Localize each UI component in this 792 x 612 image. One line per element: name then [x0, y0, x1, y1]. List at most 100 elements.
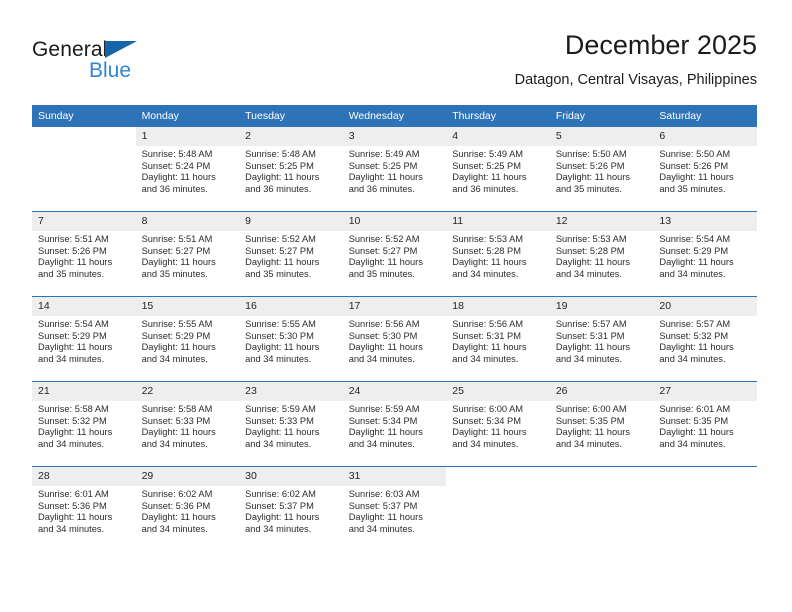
- sunset-text: Sunset: 5:29 PM: [38, 330, 107, 341]
- day-cell-9[interactable]: 9 Sunrise: 5:52 AM Sunset: 5:27 PM Daylight…: [239, 212, 343, 296]
- day-cell-4[interactable]: 4 Sunrise: 5:49 AM Sunset: 5:25 PM Daylight…: [446, 127, 550, 211]
- daylight-text-line2: and 34 minutes.: [141, 523, 208, 534]
- sunset-text: Sunset: 5:26 PM: [555, 160, 625, 171]
- day-cell-2[interactable]: 2 Sunrise: 5:48 AM Sunset: 5:25 PM Daylight…: [239, 127, 343, 211]
- daylight-text-line2: and 34 minutes.: [348, 523, 415, 534]
- calendar-day-cell: [446, 466, 550, 551]
- sunset-text: Sunset: 5:32 PM: [38, 415, 107, 426]
- calendar-day-cell: 24 Sunrise: 5:59 AM Sunset: 5:34 PM Dayligh…: [342, 381, 447, 467]
- daylight-text-line1: Daylight: 11 hours: [452, 172, 527, 183]
- day-cell-10[interactable]: 10 Sunrise: 5:52 AM Sunset: 5:27 PM Dayligh…: [342, 212, 447, 296]
- day-cell-6[interactable]: 6 Sunrise: 5:50 AM Sunset: 5:26 PM Daylight…: [653, 127, 757, 211]
- sunset-text: Sunset: 5:36 PM: [38, 500, 107, 511]
- sunset-text: Sunset: 5:37 PM: [348, 500, 418, 511]
- weekday-header-tuesday: Tuesday: [239, 105, 343, 127]
- sunset-text: Sunset: 5:29 PM: [141, 330, 211, 341]
- sunrise-text: Sunrise: 5:49 AM: [348, 149, 420, 159]
- sunrise-text: Sunrise: 5:59 AM: [245, 404, 316, 414]
- day-number: 8: [135, 212, 240, 231]
- calendar-day-cell: 6 Sunrise: 5:50 AM Sunset: 5:26 PM Daylight…: [653, 127, 757, 212]
- calendar-day-cell: 15 Sunrise: 5:55 AM Sunset: 5:29 PM Dayligh…: [135, 296, 240, 382]
- weekday-header-monday: Monday: [135, 105, 240, 127]
- calendar-day-cell: 28 Sunrise: 6:01 AM Sunset: 5:36 PM Dayligh…: [32, 466, 136, 551]
- page-header: General Blue December 2025 Datagon, Cent…: [32, 28, 757, 98]
- day-cell-14[interactable]: 14 Sunrise: 5:54 AM Sunset: 5:29 PM Dayligh…: [32, 297, 136, 381]
- sunset-text: Sunset: 5:25 PM: [348, 160, 418, 171]
- daylight-text-line1: Daylight: 11 hours: [141, 342, 216, 353]
- day-cell-22[interactable]: 22 Sunrise: 5:58 AM Sunset: 5:33 PM Dayligh…: [135, 382, 240, 466]
- daylight-text-line1: Daylight: 11 hours: [555, 172, 631, 183]
- daylight-text-line2: and 34 minutes.: [452, 438, 519, 449]
- day-sun-info: Sunrise: 5:51 AM Sunset: 5:27 PM Daylight:…: [136, 231, 240, 280]
- day-cell-27[interactable]: 27 Sunrise: 6:01 AM Sunset: 5:35 PM Dayligh…: [653, 382, 757, 466]
- daylight-text-line1: Daylight: 11 hours: [555, 257, 631, 268]
- day-cell-17[interactable]: 17 Sunrise: 5:56 AM Sunset: 5:30 PM Dayligh…: [342, 297, 447, 381]
- sunset-text: Sunset: 5:35 PM: [659, 415, 729, 426]
- day-number: 5: [549, 127, 654, 146]
- general-blue-logo[interactable]: General Blue: [32, 38, 212, 98]
- day-cell-15[interactable]: 15 Sunrise: 5:55 AM Sunset: 5:29 PM Dayligh…: [135, 297, 240, 381]
- day-cell-16[interactable]: 16 Sunrise: 5:55 AM Sunset: 5:30 PM Dayligh…: [239, 297, 343, 381]
- day-number: 19: [549, 297, 654, 316]
- sunset-text: Sunset: 5:27 PM: [245, 245, 314, 256]
- day-cell-28[interactable]: 28 Sunrise: 6:01 AM Sunset: 5:36 PM Dayligh…: [32, 467, 136, 551]
- day-cell-31[interactable]: 31 Sunrise: 6:03 AM Sunset: 5:37 PM Dayligh…: [342, 467, 447, 551]
- day-sun-info: Sunrise: 5:51 AM Sunset: 5:26 PM Daylight:…: [32, 231, 136, 280]
- sunset-text: Sunset: 5:37 PM: [245, 500, 314, 511]
- day-cell-30[interactable]: 30 Sunrise: 6:02 AM Sunset: 5:37 PM Dayligh…: [239, 467, 343, 551]
- day-cell-19[interactable]: 19 Sunrise: 5:57 AM Sunset: 5:31 PM Dayligh…: [549, 297, 654, 381]
- day-cell-11[interactable]: 11 Sunrise: 5:53 AM Sunset: 5:28 PM Dayligh…: [446, 212, 550, 296]
- day-sun-info: Sunrise: 5:48 AM Sunset: 5:24 PM Daylight:…: [136, 146, 240, 195]
- page-title: December 2025: [564, 30, 757, 60]
- calendar-day-cell: 7 Sunrise: 5:51 AM Sunset: 5:26 PM Daylight…: [32, 211, 136, 297]
- weekday-header-friday: Friday: [549, 105, 654, 127]
- sunrise-text: Sunrise: 5:50 AM: [659, 149, 731, 159]
- daylight-text-line2: and 35 minutes.: [141, 268, 208, 279]
- calendar-day-cell: 31 Sunrise: 6:03 AM Sunset: 5:37 PM Dayligh…: [342, 466, 447, 551]
- day-sun-info: Sunrise: 5:52 AM Sunset: 5:27 PM Daylight:…: [239, 231, 343, 280]
- day-number: 4: [446, 127, 550, 146]
- day-cell-29[interactable]: 29 Sunrise: 6:02 AM Sunset: 5:36 PM Dayligh…: [135, 467, 240, 551]
- day-cell-7[interactable]: 7 Sunrise: 5:51 AM Sunset: 5:26 PM Daylight…: [32, 212, 136, 296]
- day-cell-13[interactable]: 13 Sunrise: 5:54 AM Sunset: 5:29 PM Dayligh…: [653, 212, 757, 296]
- page-subtitle: Datagon, Central Visayas, Philippines: [514, 72, 757, 88]
- day-cell-empty: [549, 467, 654, 551]
- sunset-text: Sunset: 5:36 PM: [141, 500, 211, 511]
- calendar-body: 1 Sunrise: 5:48 AM Sunset: 5:24 PM Daylight…: [32, 127, 757, 551]
- sunrise-text: Sunrise: 5:56 AM: [452, 319, 524, 329]
- day-cell-26[interactable]: 26 Sunrise: 6:00 AM Sunset: 5:35 PM Dayligh…: [549, 382, 654, 466]
- day-cell-8[interactable]: 8 Sunrise: 5:51 AM Sunset: 5:27 PM Daylight…: [135, 212, 240, 296]
- calendar-day-cell: 14 Sunrise: 5:54 AM Sunset: 5:29 PM Dayligh…: [32, 296, 136, 382]
- daylight-text-line1: Daylight: 11 hours: [659, 257, 734, 268]
- day-number: 7: [32, 212, 136, 231]
- day-number: 22: [135, 382, 240, 401]
- day-cell-1[interactable]: 1 Sunrise: 5:48 AM Sunset: 5:24 PM Daylight…: [135, 127, 240, 211]
- day-sun-info: Sunrise: 5:59 AM Sunset: 5:34 PM Daylight:…: [343, 401, 447, 450]
- sunrise-text: Sunrise: 5:52 AM: [348, 234, 420, 244]
- day-cell-20[interactable]: 20 Sunrise: 5:57 AM Sunset: 5:32 PM Dayligh…: [653, 297, 757, 381]
- sunrise-text: Sunrise: 5:58 AM: [38, 404, 109, 414]
- day-number: 20: [653, 297, 757, 316]
- daylight-text-line1: Daylight: 11 hours: [348, 512, 423, 523]
- day-number: 10: [342, 212, 447, 231]
- calendar-day-cell: 2 Sunrise: 5:48 AM Sunset: 5:25 PM Daylight…: [239, 127, 343, 212]
- day-cell-24[interactable]: 24 Sunrise: 5:59 AM Sunset: 5:34 PM Dayligh…: [342, 382, 447, 466]
- day-cell-18[interactable]: 18 Sunrise: 5:56 AM Sunset: 5:31 PM Dayligh…: [446, 297, 550, 381]
- day-cell-23[interactable]: 23 Sunrise: 5:59 AM Sunset: 5:33 PM Dayligh…: [239, 382, 343, 466]
- day-cell-21[interactable]: 21 Sunrise: 5:58 AM Sunset: 5:32 PM Dayligh…: [32, 382, 136, 466]
- day-sun-info: Sunrise: 5:49 AM Sunset: 5:25 PM Daylight:…: [343, 146, 447, 195]
- calendar-day-cell: 17 Sunrise: 5:56 AM Sunset: 5:30 PM Dayligh…: [342, 296, 447, 382]
- day-cell-3[interactable]: 3 Sunrise: 5:49 AM Sunset: 5:25 PM Daylight…: [342, 127, 447, 211]
- day-cell-5[interactable]: 5 Sunrise: 5:50 AM Sunset: 5:26 PM Daylight…: [549, 127, 654, 211]
- daylight-text-line2: and 34 minutes.: [555, 353, 622, 364]
- day-cell-25[interactable]: 25 Sunrise: 6:00 AM Sunset: 5:34 PM Dayligh…: [446, 382, 550, 466]
- daylight-text-line2: and 34 minutes.: [659, 268, 726, 279]
- daylight-text-line1: Daylight: 11 hours: [141, 257, 216, 268]
- sunrise-text: Sunrise: 5:48 AM: [245, 149, 316, 159]
- day-number: [549, 467, 654, 486]
- day-cell-12[interactable]: 12 Sunrise: 5:53 AM Sunset: 5:28 PM Dayligh…: [549, 212, 654, 296]
- daylight-text-line2: and 35 minutes.: [659, 183, 726, 194]
- sunrise-text: Sunrise: 5:57 AM: [555, 319, 627, 329]
- day-sun-info: Sunrise: 5:56 AM Sunset: 5:30 PM Daylight:…: [343, 316, 447, 365]
- sunset-text: Sunset: 5:34 PM: [348, 415, 418, 426]
